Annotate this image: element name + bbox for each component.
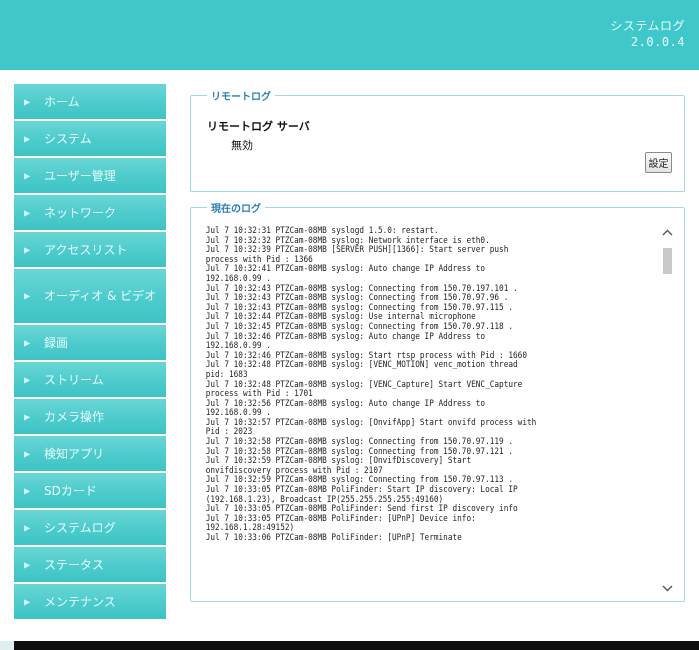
sidebar-item-detection-app[interactable]: ▶ 検知アプリ [14, 436, 166, 471]
remote-log-server-value: 無効 [231, 139, 253, 152]
sidebar-item-label: ネットワーク [44, 206, 117, 220]
sidebar-item-home[interactable]: ▶ ホーム [14, 84, 166, 119]
sidebar-item-stream[interactable]: ▶ ストリーム [14, 362, 166, 397]
sidebar-item-status[interactable]: ▶ ステータス [14, 547, 166, 582]
footer-bar [14, 641, 699, 650]
log-content: Jul 7 10:32:31 PTZCam-08MB syslogd 1.5.0… [205, 226, 537, 543]
sidebar-item-sd-card[interactable]: ▶ SDカード [14, 473, 166, 508]
chevron-right-icon: ▶ [24, 560, 31, 569]
chevron-right-icon: ▶ [24, 449, 31, 458]
scroll-up-icon[interactable] [659, 224, 676, 240]
sidebar-item-label: カメラ操作 [44, 410, 105, 424]
footer-strip [0, 641, 14, 650]
header-banner: システムログ 2.0.0.4 [0, 0, 699, 70]
chevron-right-icon: ▶ [24, 208, 31, 217]
remote-log-heading: リモートログ [207, 88, 275, 103]
scroll-down-icon[interactable] [659, 580, 676, 596]
sidebar-item-user-management[interactable]: ▶ ユーザー管理 [14, 158, 166, 193]
sidebar-item-label: 録画 [44, 336, 69, 350]
sidebar-item-recording[interactable]: ▶ 録画 [14, 325, 166, 360]
chevron-right-icon: ▶ [24, 134, 31, 143]
sidebar-nav: ▶ ホーム ▶ システム ▶ ユーザー管理 ▶ ネットワーク ▶ アクセスリスト… [14, 84, 166, 621]
page-title-text: システムログ [610, 19, 685, 33]
chevron-right-icon: ▶ [24, 338, 31, 347]
log-textarea[interactable]: Jul 7 10:32:31 PTZCam-08MB syslogd 1.5.0… [203, 224, 656, 596]
chevron-right-icon: ▶ [24, 523, 31, 532]
current-log-section: 現在のログ Jul 7 10:32:31 PTZCam-08MB syslogd… [190, 200, 685, 602]
sidebar-item-label: 検知アプリ [44, 447, 105, 461]
chevron-right-icon: ▶ [24, 171, 31, 180]
chevron-right-icon: ▶ [24, 291, 31, 301]
sidebar-item-label: オーディオ & ビデオ [44, 288, 157, 303]
remote-log-server-label: リモートログ サーバ [207, 120, 310, 133]
sidebar-item-system-log[interactable]: ▶ システムログ [14, 510, 166, 545]
chevron-right-icon: ▶ [24, 486, 31, 495]
version-text: 2.0.0.4 [630, 35, 685, 49]
sidebar-item-label: メンテナンス [44, 595, 116, 609]
sidebar-item-network[interactable]: ▶ ネットワーク [14, 195, 166, 230]
chevron-right-icon: ▶ [24, 245, 31, 254]
sidebar-item-label: SDカード [44, 484, 97, 498]
sidebar-item-label: ステータス [44, 558, 105, 572]
scrollbar-thumb[interactable] [663, 248, 672, 274]
sidebar-item-label: システム [44, 132, 92, 146]
sidebar-item-maintenance[interactable]: ▶ メンテナンス [14, 584, 166, 619]
sidebar-item-label: アクセスリスト [44, 243, 128, 257]
sidebar-item-label: ホーム [44, 95, 80, 109]
sidebar-item-camera-control[interactable]: ▶ カメラ操作 [14, 399, 166, 434]
chevron-right-icon: ▶ [24, 597, 31, 606]
settings-button[interactable]: 設定 [645, 152, 672, 173]
sidebar-item-label: システムログ [44, 521, 116, 535]
sidebar-item-system[interactable]: ▶ システム [14, 121, 166, 156]
chevron-right-icon: ▶ [24, 412, 31, 421]
sidebar-item-access-list[interactable]: ▶ アクセスリスト [14, 232, 166, 267]
sidebar-item-label: ユーザー管理 [44, 169, 116, 183]
remote-log-section: リモートログ リモートログ サーバ 無効 設定 [190, 88, 685, 192]
sidebar-item-audio-video[interactable]: ▶ オーディオ & ビデオ [14, 269, 166, 323]
chevron-right-icon: ▶ [24, 375, 31, 384]
log-scrollbar[interactable] [659, 224, 676, 596]
chevron-right-icon: ▶ [24, 97, 31, 106]
current-log-heading: 現在のログ [207, 200, 265, 215]
sidebar-item-label: ストリーム [44, 373, 104, 387]
page-title: システムログ 2.0.0.4 [610, 18, 685, 50]
